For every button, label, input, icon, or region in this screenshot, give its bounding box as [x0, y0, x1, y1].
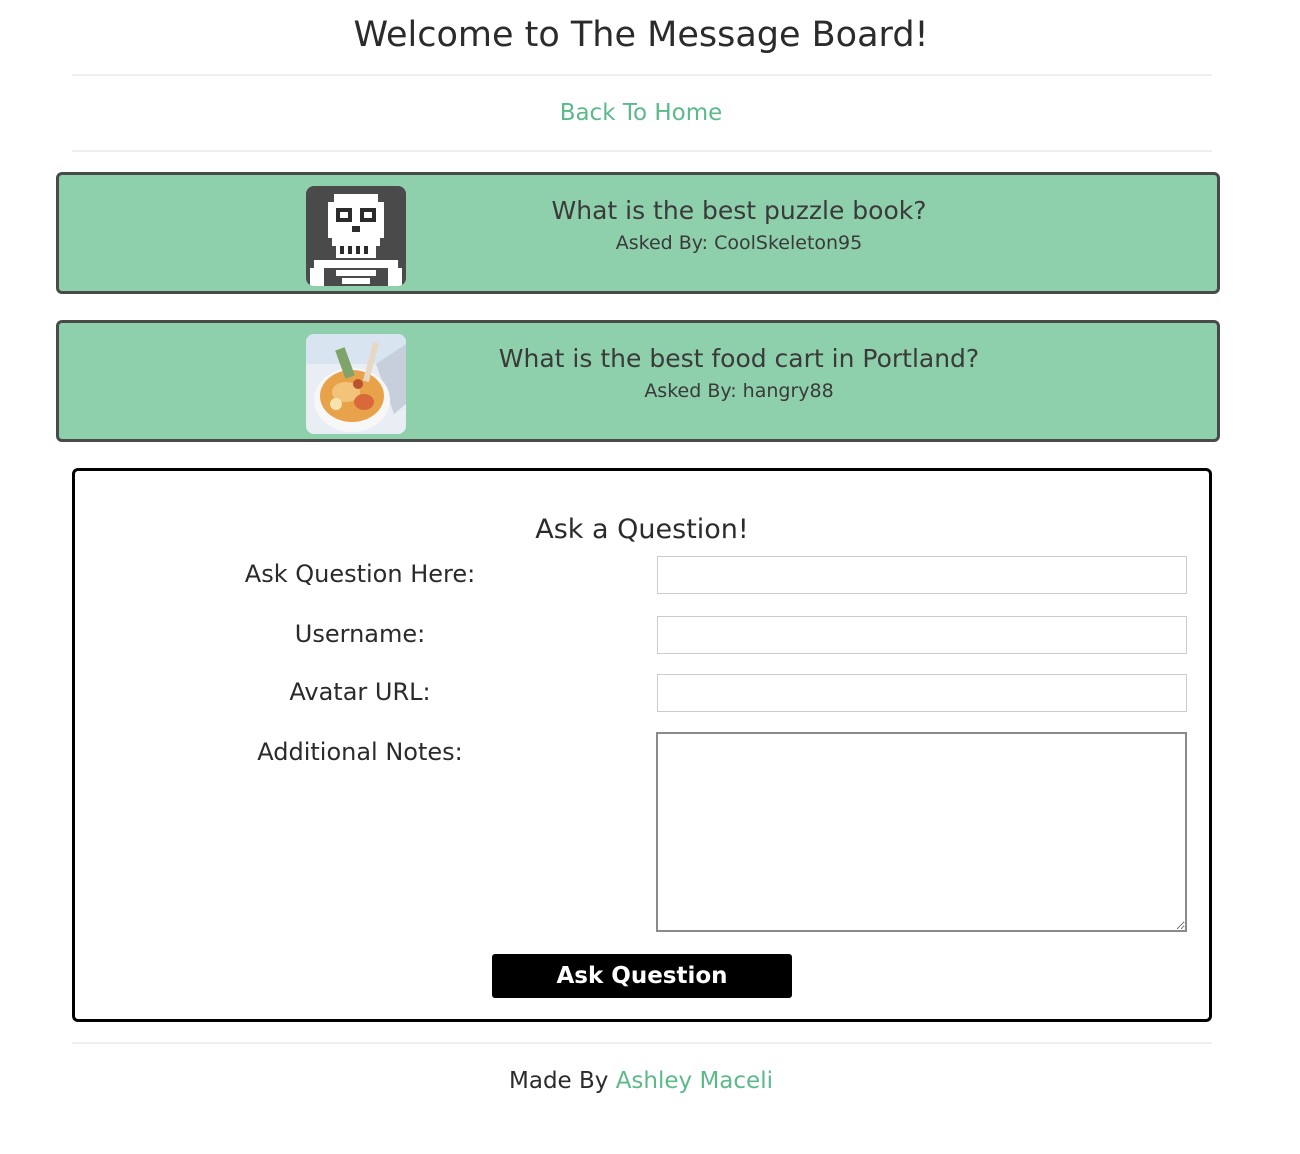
avatar-url-input[interactable]	[657, 674, 1187, 712]
pixel-skeleton-icon	[306, 186, 406, 286]
nav-divider	[72, 150, 1212, 152]
footer: Made By Ashley Maceli	[0, 1066, 1282, 1096]
additional-notes-label: Additional Notes:	[257, 738, 463, 766]
question-asker: Asked By: CoolSkeleton95	[615, 232, 863, 254]
avatar-url-label: Avatar URL:	[289, 678, 431, 706]
question-label: Ask Question Here:	[244, 560, 476, 588]
avatar	[306, 334, 406, 434]
question-title: What is the best puzzle book?	[551, 196, 927, 225]
username-label: Username:	[294, 620, 426, 648]
additional-notes-textarea[interactable]	[656, 732, 1187, 932]
question-card[interactable]: What is the best puzzle book? Asked By: …	[56, 172, 1220, 294]
question-card[interactable]: What is the best food cart in Portland? …	[56, 320, 1220, 442]
header-divider	[72, 74, 1212, 76]
username-input[interactable]	[657, 616, 1187, 654]
question-title: What is the best food cart in Portland?	[498, 344, 980, 373]
page-title: Welcome to The Message Board!	[353, 15, 929, 55]
question-asker: Asked By: hangry88	[644, 380, 834, 402]
footer-divider	[72, 1042, 1212, 1044]
question-input[interactable]	[657, 556, 1187, 594]
footer-credit: Made By	[509, 1068, 609, 1094]
ramen-bowl-icon	[306, 334, 406, 434]
author-link[interactable]: Ashley Maceli	[616, 1068, 773, 1094]
ask-question-form: Ask a Question! Ask Question Here: Usern…	[72, 468, 1212, 1022]
form-heading: Ask a Question!	[535, 514, 749, 545]
avatar	[306, 186, 406, 286]
back-to-home-link[interactable]: Back To Home	[0, 98, 1282, 128]
ask-question-button[interactable]: Ask Question	[492, 954, 792, 998]
